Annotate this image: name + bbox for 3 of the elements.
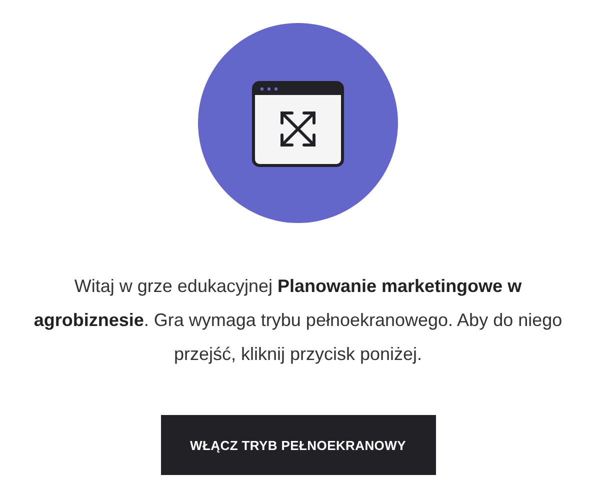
fullscreen-window-icon (252, 80, 344, 166)
intro-paragraph: Witaj w grze edukacyjnej Planowanie marketingowe w agrobiznesie. Gra wymaga trybu pełnoekranowego. Aby do niego przejść, kliknij przycisk poniżej. (32, 275, 564, 366)
fullscreen-button[interactable]: WŁĄCZ TRYB PEŁNOEKRANOWY (160, 415, 436, 475)
